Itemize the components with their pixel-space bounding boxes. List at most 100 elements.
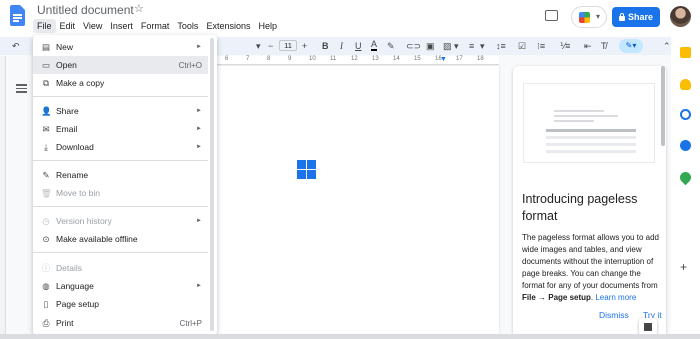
comment-add-icon[interactable]: ▣ — [426, 40, 435, 52]
menu-item-page-setup[interactable]: ▯ Page setup — [33, 295, 208, 313]
align-icon[interactable]: ≡ — [469, 40, 474, 52]
menu-item-open[interactable]: ▭ Open Ctrl+O — [33, 56, 208, 74]
panel-scrollbar[interactable] — [661, 66, 665, 146]
document-title[interactable]: Untitled document — [37, 3, 134, 17]
menu-scrollbar[interactable] — [210, 38, 214, 331]
bullets-icon[interactable]: ⁝≡ — [537, 40, 545, 52]
pageless-promo-panel: Introducing pageless format The pageless… — [513, 66, 666, 339]
share-button[interactable]: Share — [612, 7, 660, 27]
open-folder-icon: ▭ — [41, 60, 51, 70]
checklist-icon[interactable]: ☑ — [518, 40, 526, 52]
trash-icon: 🗑 — [41, 188, 52, 198]
menu-item-new[interactable]: ▤ New ► — [33, 38, 208, 56]
add-icon[interactable]: + — [680, 261, 687, 273]
edit-mode-button[interactable]: ✎▾ — [619, 39, 643, 53]
numbered-list-icon[interactable]: ⅟≡ — [560, 40, 570, 52]
text-color-icon[interactable]: A — [371, 40, 378, 51]
decrease-font-icon[interactable]: − — [268, 40, 273, 52]
contacts-icon[interactable] — [680, 140, 691, 151]
new-doc-icon: ▤ — [41, 42, 51, 52]
bold-icon[interactable]: B — [322, 40, 329, 52]
meet-icon — [579, 12, 590, 23]
menu-file[interactable]: File — [33, 19, 56, 33]
avatar[interactable] — [670, 6, 691, 27]
calendar-icon[interactable] — [680, 47, 691, 58]
menu-item-language[interactable]: ◍ Language ► — [33, 277, 208, 295]
horizontal-ruler[interactable]: 6 7 8 9 10 11 12 13 14 15 16 17 18 ▼ — [215, 56, 499, 65]
keep-icon[interactable] — [680, 79, 691, 90]
menu-format[interactable]: Format — [137, 19, 174, 33]
menu-divider — [33, 206, 208, 207]
menu-item-label: Open — [56, 60, 77, 70]
menu-item-share[interactable]: 👤 Share ► — [33, 102, 208, 120]
menu-item-print[interactable]: ⎙ Print Ctrl+P — [33, 314, 208, 332]
highlight-icon[interactable]: ✎ — [387, 40, 395, 52]
menu-item-label: Share — [56, 106, 79, 116]
meet-button[interactable]: ▾ — [571, 6, 607, 28]
panel-text: The pageless format allows you to add wi… — [522, 233, 659, 290]
docs-logo-icon[interactable] — [10, 5, 25, 26]
info-icon: ⓘ — [41, 263, 51, 273]
learn-more-link[interactable]: Learn more — [595, 293, 636, 302]
menu-item-version-history: ◷ Version history ► — [33, 212, 208, 230]
ruler-tick: 12 — [351, 56, 358, 62]
tasks-icon[interactable] — [680, 109, 691, 120]
menu-item-label: Details — [56, 263, 82, 273]
document-outline-icon[interactable] — [16, 84, 27, 94]
ruler-tick: 9 — [288, 56, 292, 62]
panel-text-bold: File → Page setup — [522, 293, 591, 302]
image-icon[interactable]: ▨ — [443, 40, 452, 52]
chevron-up-icon[interactable]: ⌃ — [663, 40, 671, 52]
menu-item-label: Download — [56, 142, 94, 152]
menu-divider — [33, 160, 208, 161]
menu-help[interactable]: Help — [254, 19, 281, 33]
ruler-tick: 13 — [372, 56, 379, 62]
ruler-tick: 7 — [246, 56, 250, 62]
increase-font-icon[interactable]: + — [302, 40, 307, 52]
comment-history-icon[interactable] — [545, 10, 558, 21]
horizontal-scrollbar[interactable] — [0, 334, 700, 339]
menu-item-make-available-offline[interactable]: ⊙ Make available offline — [33, 230, 208, 248]
ruler-tick: 10 — [309, 56, 316, 62]
star-icon[interactable]: ☆ — [134, 2, 144, 15]
pageless-illustration — [523, 83, 655, 163]
menu-item-label: Rename — [56, 170, 89, 180]
underline-icon[interactable]: U — [355, 40, 362, 52]
dismiss-button[interactable]: Dismiss — [599, 310, 629, 320]
line-spacing-icon[interactable]: ↕≡ — [496, 40, 506, 52]
document-page[interactable] — [215, 66, 499, 339]
menu-item-make-a-copy[interactable]: ⧉ Make a copy — [33, 74, 208, 92]
explore-icon — [644, 323, 652, 331]
menu-extensions[interactable]: Extensions — [202, 19, 254, 33]
menu-item-email[interactable]: ✉ Email ► — [33, 120, 208, 138]
file-menu: ▤ New ► ▭ Open Ctrl+O ⧉ Make a copy 👤 Sh… — [33, 35, 217, 335]
menu-tools[interactable]: Tools — [173, 19, 202, 33]
rename-icon: ✎ — [42, 170, 50, 180]
undo-icon[interactable]: ↶ — [12, 40, 20, 52]
italic-icon[interactable]: I — [340, 40, 343, 52]
menu-item-label: Make available offline — [56, 234, 138, 244]
ruler-tick: 17 — [456, 56, 463, 62]
indent-icon[interactable]: ⇤ — [584, 40, 592, 52]
menu-item-move-to-bin: 🗑 Move to bin — [33, 184, 208, 202]
menu-item-label: Move to bin — [56, 188, 100, 198]
menu-bar: File Edit View Insert Format Tools Exten… — [33, 19, 281, 33]
menu-divider — [33, 252, 208, 253]
font-size-input[interactable]: 11 — [279, 40, 297, 51]
vertical-ruler — [0, 56, 6, 339]
link-icon[interactable]: ⊂⊃ — [406, 40, 421, 52]
menu-item-rename[interactable]: ✎ Rename — [33, 166, 208, 184]
menu-insert[interactable]: Insert — [106, 19, 137, 33]
menu-item-download[interactable]: ⤓ Download ► — [33, 138, 208, 156]
chevron-down-icon[interactable]: ▾ — [480, 40, 485, 52]
clear-format-icon[interactable]: T̸ — [601, 40, 607, 52]
chevron-down-icon[interactable]: ▾ — [256, 40, 261, 52]
menu-item-label: Version history — [56, 216, 112, 226]
indent-marker-icon[interactable]: ▼ — [440, 56, 447, 63]
menu-edit[interactable]: Edit — [56, 19, 80, 33]
copy-icon: ⧉ — [42, 78, 50, 88]
menu-view[interactable]: View — [79, 19, 106, 33]
maps-icon[interactable] — [677, 169, 694, 186]
windows-logo-icon — [297, 160, 316, 179]
chevron-down-icon[interactable]: ▾ — [454, 40, 459, 52]
